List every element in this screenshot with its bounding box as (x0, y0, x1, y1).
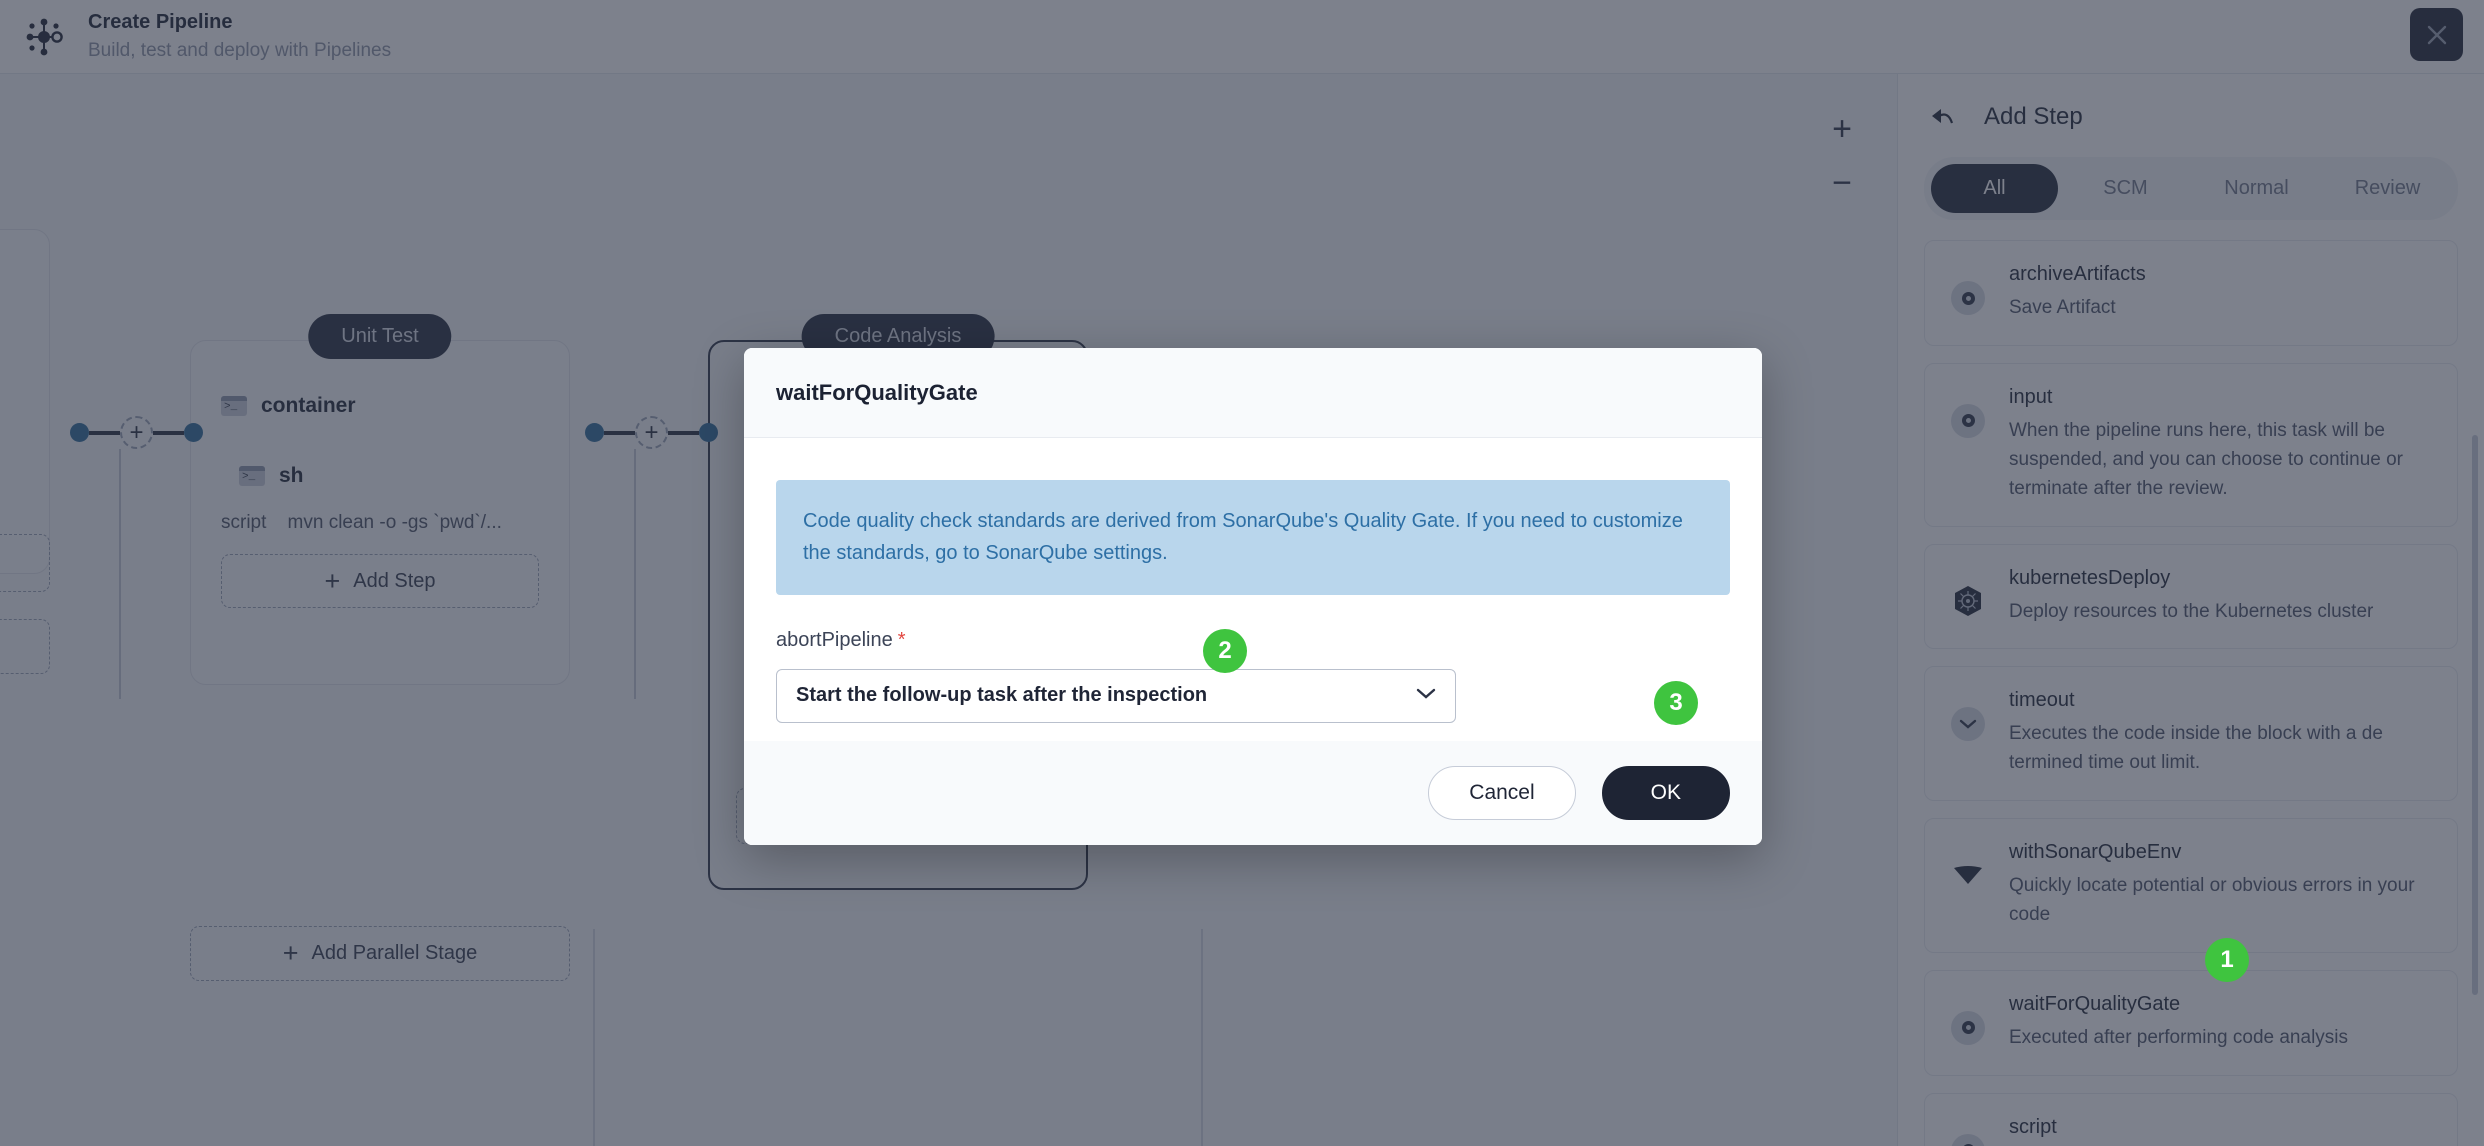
chevron-down-icon (1416, 687, 1436, 705)
field-label-abortpipeline: abortPipeline * (776, 629, 1730, 652)
field-label-text: abortPipeline (776, 628, 893, 651)
abortpipeline-select[interactable]: Start the follow-up task after the inspe… (776, 668, 1456, 723)
wait-for-quality-gate-dialog: waitForQualityGate Code quality check st… (744, 348, 1762, 845)
dialog-title: waitForQualityGate (776, 380, 978, 405)
ok-button[interactable]: OK (1601, 765, 1730, 820)
dialog-footer: Cancel OK (744, 740, 1762, 845)
cancel-button[interactable]: Cancel (1428, 765, 1576, 820)
select-selected-value: Start the follow-up task after the inspe… (796, 684, 1208, 707)
dialog-body: Code quality check standards are derived… (744, 438, 1762, 741)
info-banner: Code quality check standards are derived… (776, 480, 1730, 595)
step-badge-1: 1 (2205, 938, 2249, 982)
step-badge-2: 2 (1203, 629, 1247, 673)
required-asterisk: * (897, 628, 906, 651)
app-root: Create Pipeline Build, test and deploy w… (0, 0, 2484, 1146)
step-badge-3: 3 (1654, 681, 1698, 725)
dialog-header: waitForQualityGate (744, 348, 1762, 438)
